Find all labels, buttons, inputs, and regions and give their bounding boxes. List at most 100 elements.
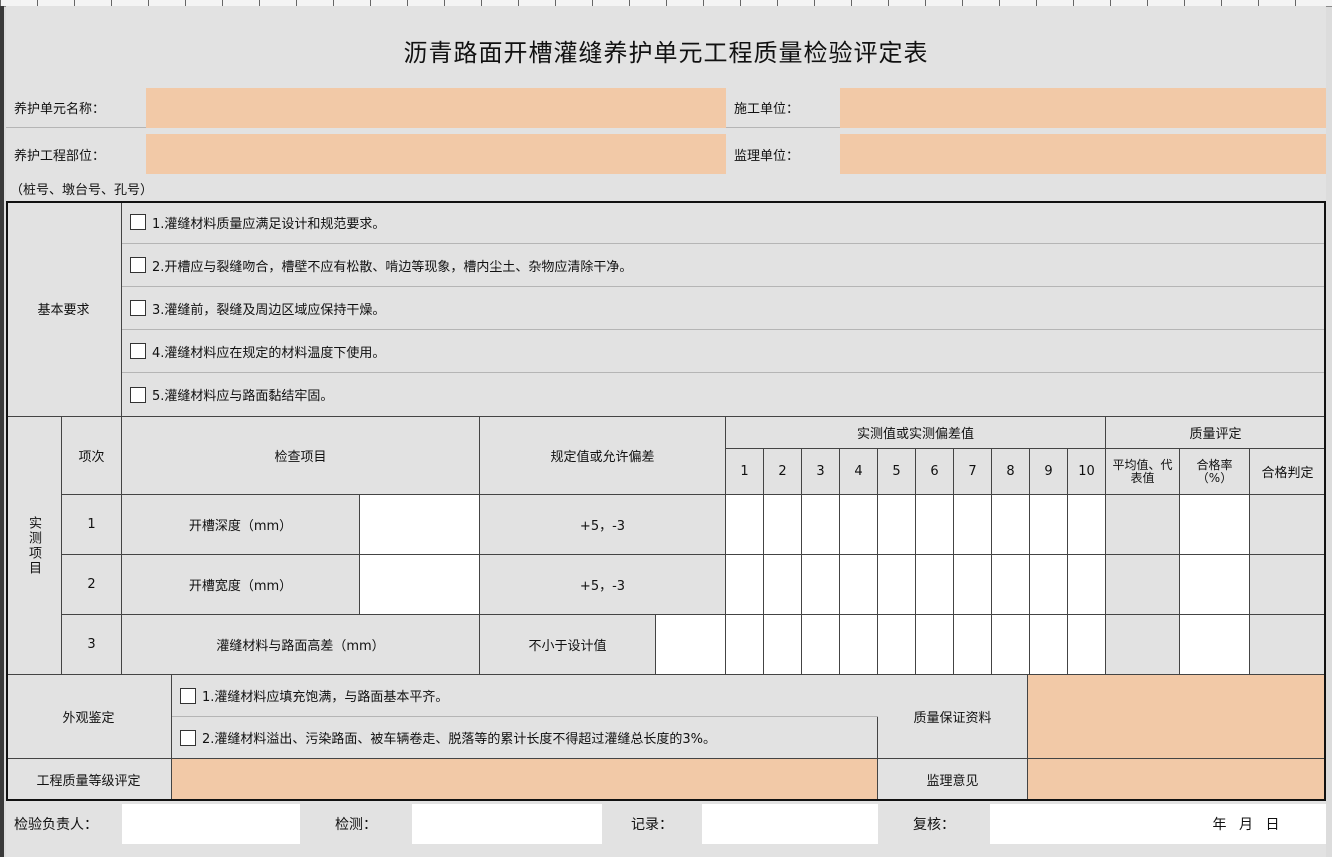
- form-title: 沥青路面开槽灌缝养护单元工程质量检验评定表: [403, 38, 929, 67]
- measured-value-cell[interactable]: [726, 615, 764, 675]
- measured-value-cell[interactable]: [878, 555, 916, 615]
- row-avg[interactable]: [1106, 615, 1180, 675]
- measured-value-cell[interactable]: [802, 615, 840, 675]
- col-item-header: 检查项目: [122, 417, 480, 495]
- inspection-sheet: 沥青路面开槽灌缝养护单元工程质量检验评定表 养护单元名称： 施工单位： 养护工程…: [6, 6, 1326, 857]
- requirement-text: 1.灌缝材料质量应满足设计和规范要求。: [152, 216, 386, 232]
- inspector-label: 检验负责人：: [14, 817, 98, 833]
- row-spec-input[interactable]: [656, 615, 726, 675]
- record-label: 记录：: [631, 817, 673, 833]
- location-field[interactable]: [146, 134, 726, 174]
- checkbox[interactable]: [180, 729, 196, 746]
- row-item: 开槽深度（mm）: [122, 495, 360, 555]
- requirement-item: 4.灌缝材料应在规定的材料温度下使用。: [122, 330, 1326, 373]
- measured-value-cell[interactable]: [954, 495, 992, 555]
- measured-value-cell[interactable]: [992, 615, 1030, 675]
- checkbox[interactable]: [130, 343, 146, 359]
- value-col-number: 5: [878, 449, 916, 495]
- unit-name-field[interactable]: [146, 88, 726, 128]
- checkbox[interactable]: [130, 300, 146, 316]
- measured-value-cell[interactable]: [916, 555, 954, 615]
- row-avg[interactable]: [1106, 495, 1180, 555]
- measured-value-cell[interactable]: [764, 615, 802, 675]
- unit-name-label: 养护单元名称：: [6, 88, 146, 128]
- col-index-header: 项次: [62, 417, 122, 495]
- row-spec: 不小于设计值: [480, 615, 656, 675]
- measured-value-cell[interactable]: [802, 495, 840, 555]
- row-index: 3: [62, 615, 122, 675]
- measured-value-cell[interactable]: [840, 615, 878, 675]
- measured-value-cell[interactable]: [878, 495, 916, 555]
- row-rate[interactable]: [1180, 495, 1250, 555]
- value-col-number: 6: [916, 449, 954, 495]
- supervisor-label: 监理单位：: [734, 148, 800, 164]
- value-col-number: 1: [726, 449, 764, 495]
- measured-value-cell[interactable]: [954, 555, 992, 615]
- value-col-number: 2: [764, 449, 802, 495]
- row-judge[interactable]: [1250, 555, 1326, 615]
- measured-value-cell[interactable]: [992, 555, 1030, 615]
- inspector-field[interactable]: [122, 804, 300, 844]
- requirement-item: 3.灌缝前，裂缝及周边区域应保持干燥。: [122, 287, 1326, 330]
- measured-section-label: 实测项目: [6, 417, 62, 675]
- row-index: 1: [62, 495, 122, 555]
- measured-value-cell[interactable]: [726, 555, 764, 615]
- value-col-number: 10: [1068, 449, 1106, 495]
- measured-value-cell[interactable]: [1068, 495, 1106, 555]
- row-item: 灌缝材料与路面高差（mm）: [122, 615, 480, 675]
- measured-value-cell[interactable]: [1068, 615, 1106, 675]
- measured-value-cell[interactable]: [764, 555, 802, 615]
- col-judge-header: 合格判定: [1250, 449, 1326, 495]
- opinion-field[interactable]: [1028, 759, 1326, 801]
- grade-field[interactable]: [172, 759, 878, 801]
- measured-value-cell[interactable]: [878, 615, 916, 675]
- row-judge[interactable]: [1250, 495, 1326, 555]
- checkbox[interactable]: [180, 687, 196, 704]
- measured-value-cell[interactable]: [992, 495, 1030, 555]
- row-rate[interactable]: [1180, 615, 1250, 675]
- requirement-text: 5.灌缝材料应与路面黏结牢固。: [152, 389, 334, 404]
- location-label: 养护工程部位：: [14, 148, 106, 164]
- measured-value-cell[interactable]: [764, 495, 802, 555]
- measured-value-cell[interactable]: [954, 615, 992, 675]
- row-judge[interactable]: [1250, 615, 1326, 675]
- measured-value-cell[interactable]: [840, 555, 878, 615]
- row-avg[interactable]: [1106, 555, 1180, 615]
- row-item-input[interactable]: [360, 495, 480, 555]
- measured-value-cell[interactable]: [840, 495, 878, 555]
- qa-field[interactable]: [1028, 675, 1326, 759]
- opinion-label: 监理意见: [878, 759, 1028, 801]
- measured-value-cell[interactable]: [916, 615, 954, 675]
- requirement-text: 2.开槽应与裂缝吻合，槽壁不应有松散、啃边等现象，槽内尘土、杂物应清除干净。: [152, 259, 633, 275]
- requirement-item: 5.灌缝材料应与路面黏结牢固。: [122, 373, 1326, 417]
- testing-field[interactable]: [412, 804, 602, 844]
- requirement-item: 1.灌缝材料质量应满足设计和规范要求。: [122, 201, 1326, 244]
- measured-value-cell[interactable]: [726, 495, 764, 555]
- checkbox[interactable]: [130, 257, 146, 273]
- measured-value-cell[interactable]: [1030, 495, 1068, 555]
- row-item: 开槽宽度（mm）: [122, 555, 360, 615]
- measured-value-cell[interactable]: [1030, 555, 1068, 615]
- location-note: （桩号、墩台号、孔号）: [10, 182, 154, 198]
- row-rate[interactable]: [1180, 555, 1250, 615]
- row-header-bar: [0, 6, 4, 857]
- measured-value-cell[interactable]: [916, 495, 954, 555]
- measured-value-cell[interactable]: [802, 555, 840, 615]
- row-index: 2: [62, 555, 122, 615]
- requirement-item: 2.开槽应与裂缝吻合，槽壁不应有松散、啃边等现象，槽内尘土、杂物应清除干净。: [122, 244, 1326, 287]
- value-col-number: 8: [992, 449, 1030, 495]
- value-col-number: 3: [802, 449, 840, 495]
- col-values-header: 实测值或实测偏差值: [726, 417, 1106, 449]
- value-col-number: 7: [954, 449, 992, 495]
- requirement-text: 3.灌缝前，裂缝及周边区域应保持干燥。: [152, 302, 386, 318]
- contractor-field[interactable]: [840, 88, 1326, 128]
- value-col-number: 4: [840, 449, 878, 495]
- measured-value-cell[interactable]: [1068, 555, 1106, 615]
- appearance-text: 1.灌缝材料应填充饱满，与路面基本平齐。: [202, 690, 449, 705]
- checkbox[interactable]: [130, 214, 146, 230]
- record-field[interactable]: [702, 804, 878, 844]
- supervisor-field[interactable]: [840, 134, 1326, 174]
- measured-value-cell[interactable]: [1030, 615, 1068, 675]
- row-item-input[interactable]: [360, 555, 480, 615]
- checkbox[interactable]: [130, 386, 146, 403]
